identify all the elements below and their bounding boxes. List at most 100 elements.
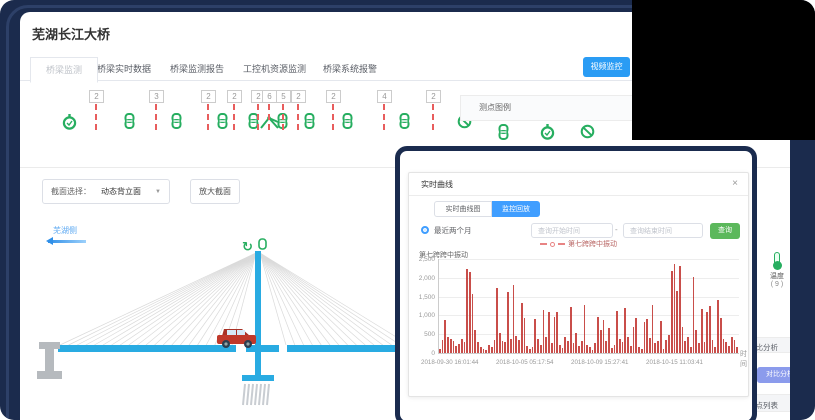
chart-bar [698,343,700,353]
dialog-header: 实时曲线 × [409,173,748,196]
chart-bar [540,345,542,353]
chart-bar [709,306,711,353]
chart-bar [616,311,618,353]
chevron-down-icon: ▼ [155,189,161,195]
chart-bar [548,312,550,353]
chart-bar [518,340,520,353]
vibration-chart[interactable] [438,259,739,354]
legend-marker-icon [550,242,555,247]
chart-bar [630,346,632,353]
chart-bar [524,318,526,353]
chart-bar [581,341,583,353]
chart-bar [676,291,678,353]
chart-bar [622,342,624,353]
chart-bar [554,317,556,353]
close-icon[interactable]: × [732,178,738,189]
chart-bar [717,300,719,353]
chart-bar [488,345,490,353]
bridge-side-label: 芜湖侧 [53,225,77,236]
chart-bar [706,312,708,353]
tab-bridge-monitor[interactable]: 桥梁监测 [30,57,98,83]
x-axis-name: 时间 [740,349,748,369]
query-button[interactable]: 查询 [710,223,740,239]
chart-bar [638,347,640,353]
chart-bar [714,347,716,353]
chart-bar [510,339,512,353]
legend-series-label: 第七跨跨中振动 [568,239,617,249]
sensor-gauge-icon[interactable] [540,124,555,145]
chart-bar [483,349,485,354]
section-select[interactable]: 截面选择： 动态背立面 ▼ [42,179,170,204]
chart-bar [736,347,738,353]
chart-bar [464,342,466,353]
chart-bar [491,347,493,353]
chart-bar [461,339,463,353]
tab-realtime-curve[interactable]: 实时曲线图 [434,201,492,217]
chart-bar [532,347,534,353]
chart-bar [665,340,667,353]
chart-bar [534,319,536,353]
chart-bar [584,305,586,353]
chart-bar [600,330,602,353]
chart-bar [455,346,457,353]
chart-bar [704,342,706,353]
chart-bar [529,349,531,354]
sensor-count-badge: 2 [227,90,242,103]
radio-last-two-months-label: 最近两个月 [434,225,472,236]
compare-analysis-button[interactable]: 对比分析 [757,367,790,383]
chart-bar [458,344,460,353]
chart-legend[interactable]: 第七跨跨中振动 [409,239,748,249]
chart-bar [646,319,648,353]
chart-bar [502,341,504,353]
sensor-count-badge: 6 [262,90,277,103]
chart-bar [603,320,605,353]
chart-bar [472,294,474,353]
chart-bar [687,337,689,353]
chart-bar [624,308,626,353]
sensor-count-badge: 2 [426,90,441,103]
bridge-tower [255,251,261,375]
sensor-ban-icon[interactable] [580,124,595,144]
chart-bar [701,309,703,353]
sensor-count-badge: 4 [377,90,392,103]
chart-bar [693,277,695,353]
chart-bar [578,346,580,353]
chart-bar [499,333,501,353]
chart-bar [504,342,506,353]
chart-bar [559,345,561,353]
chart-bar [564,337,566,353]
chart-bar [469,272,471,353]
chart-bar [439,349,441,354]
chart-bar [526,346,528,353]
chart-bar [663,349,665,354]
chart-bar [657,341,659,353]
enlarge-section-button[interactable]: 放大截面 [190,179,240,204]
screen: 芜湖长江大桥 桥梁监测 桥梁实时数据 桥梁监测报告 工控机资源监测 桥梁系统报警… [0,0,815,420]
chart-bar [654,343,656,353]
sensor-count-badge: 2 [89,90,104,103]
realtime-curve-dialog: 实时曲线 × 实时曲线图 监控回放 最近两个月 查询开始时间 - 查询结束时间 … [408,172,749,397]
sensor-count-badge: 2 [326,90,341,103]
chart-bar [605,341,607,353]
chart-bar [466,269,468,353]
tab-monitor-playback[interactable]: 监控回放 [492,201,540,217]
dialog-title: 实时曲线 [421,179,453,190]
chart-bar [453,341,455,353]
left-pier [37,342,62,379]
measure-point-legend-title: 测点图例 [479,102,511,113]
chart-bar [652,305,654,354]
chart-bar [521,303,523,353]
chart-bar [734,340,736,353]
legend-item-temperature[interactable]: 温度 ( 9 ) [764,252,790,288]
query-end-time-input[interactable]: 查询结束时间 [623,223,703,238]
radio-last-two-months[interactable] [421,226,429,234]
sensor-count-badge: 2 [201,90,216,103]
chart-bar [594,343,596,353]
chart-bar [474,330,476,353]
chart-bar [442,340,444,353]
sensor-count-badge: 5 [276,90,291,103]
chart-bar [477,342,479,353]
sensor-link-icon[interactable] [497,124,510,145]
query-start-time-input[interactable]: 查询开始时间 [531,223,613,238]
chart-bar [720,318,722,353]
